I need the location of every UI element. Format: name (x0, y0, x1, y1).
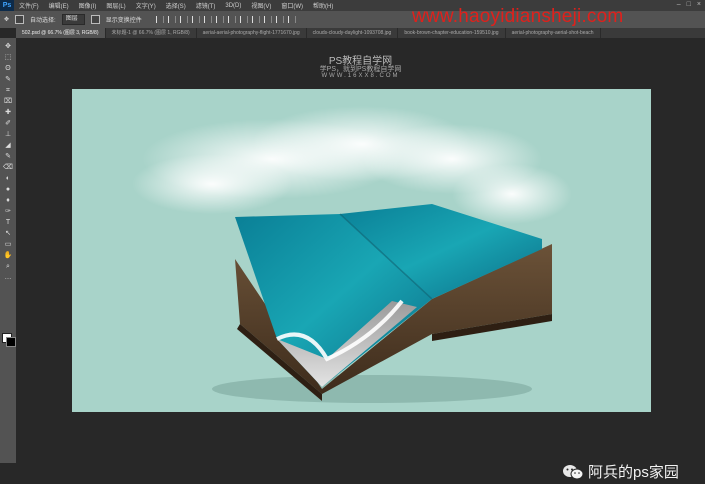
healing-tool[interactable]: ✚ (3, 108, 13, 117)
pen-tool[interactable]: ♦ (3, 196, 13, 205)
align-top-icon[interactable] (155, 16, 164, 23)
photoshop-logo: Ps (0, 0, 14, 11)
site-watermark-url: WWW.16XX8.COM (321, 73, 400, 79)
cloud-shape (132, 106, 572, 224)
align-icons (155, 16, 296, 23)
footer-brand: 阿兵的ps家园 (562, 461, 679, 482)
close-button[interactable]: × (697, 1, 701, 8)
auto-select-label: 自动选择: (30, 18, 56, 24)
window-controls: – □ × (677, 1, 701, 8)
align-vcenter-icon[interactable] (167, 16, 176, 23)
tab-document-3[interactable]: aerial-aerial-photography-flight-1771670… (197, 28, 307, 38)
freeform-pen-tool[interactable]: ✑ (3, 207, 13, 216)
menu-help[interactable]: 帮助(H) (308, 1, 338, 10)
auto-select-checkbox[interactable] (15, 15, 25, 24)
align-left-icon[interactable] (191, 16, 200, 23)
distribute-top-icon[interactable] (227, 16, 236, 23)
clone-stamp-tool[interactable]: ⊥ (3, 130, 13, 139)
gradient-tool[interactable]: ⌫ (3, 163, 13, 172)
brush-tool[interactable]: ✐ (3, 119, 13, 128)
distribute-right-icon[interactable] (287, 16, 296, 23)
zoom-tool[interactable]: ⌕ (3, 262, 13, 271)
menu-image[interactable]: 图像(I) (74, 1, 102, 10)
document-tabs: 502.psd @ 66.7% (图层 3, RGB/8) 未标题-1 @ 66… (16, 28, 705, 38)
watermark-url: www.haoyidiansheji.com (412, 6, 624, 27)
maximize-button[interactable]: □ (687, 1, 691, 8)
show-transform-label: 显示变换控件 (105, 18, 142, 24)
menu-select[interactable]: 选择(S) (161, 1, 191, 10)
tab-document-1[interactable]: 502.psd @ 66.7% (图层 3, RGB/8) (16, 28, 106, 38)
document-canvas[interactable] (72, 89, 651, 412)
quick-select-tool[interactable]: ✎ (3, 75, 13, 84)
show-transform-checkbox[interactable] (90, 15, 100, 24)
distribute-vcenter-icon[interactable] (239, 16, 248, 23)
align-right-icon[interactable] (215, 16, 224, 23)
menu-layer[interactable]: 图层(L) (101, 1, 130, 10)
rectangle-tool[interactable]: ▭ (3, 240, 13, 249)
tab-document-2[interactable]: 未标题-1 @ 66.7% (图层 1, RGB/8) (106, 28, 197, 38)
type-tool[interactable]: T (3, 218, 13, 227)
background-color-swatch[interactable] (6, 337, 16, 347)
menu-file[interactable]: 文件(F) (14, 1, 44, 10)
distribute-hcenter-icon[interactable] (275, 16, 284, 23)
minimize-button[interactable]: – (677, 1, 681, 8)
menu-edit[interactable]: 编辑(E) (44, 1, 74, 10)
move-tool-icon[interactable]: ✥ (4, 16, 9, 23)
auto-select-dropdown[interactable]: 图层 (61, 14, 85, 25)
hand-tool[interactable]: ✋ (3, 251, 13, 260)
book-artwork (132, 106, 572, 403)
eyedropper-tool[interactable]: ⌧ (3, 97, 13, 106)
book-shape (235, 204, 552, 401)
menu-filter[interactable]: 滤镜(T) (191, 1, 221, 10)
menu-window[interactable]: 窗口(W) (276, 1, 308, 10)
tab-document-4[interactable]: clouds-cloudy-daylight-1093708.jpg (307, 28, 399, 38)
menu-3d[interactable]: 3D(D) (220, 3, 246, 9)
move-tool[interactable]: ✥ (3, 42, 13, 51)
canvas-area: PS教程自学网 学PS，就到PS教程自学网 WWW.16XX8.COM 阿兵的p… (16, 38, 705, 481)
tab-document-5[interactable]: book-brown-chapter-education-159510.jpg (398, 28, 506, 38)
marquee-tool[interactable]: ⬚ (3, 53, 13, 62)
crop-tool[interactable]: ⌗ (3, 86, 13, 95)
dodge-tool[interactable]: ● (3, 185, 13, 194)
more-tools[interactable]: … (3, 273, 13, 282)
menu-view[interactable]: 视图(V) (246, 1, 276, 10)
tab-document-6[interactable]: aerial-photography-aerial-shot-beach (506, 28, 601, 38)
footer-brand-label: 阿兵的ps家园 (588, 464, 679, 481)
lasso-tool[interactable]: ʘ (3, 64, 13, 73)
align-bottom-icon[interactable] (179, 16, 188, 23)
eraser-tool[interactable]: ✎ (3, 152, 13, 161)
align-hcenter-icon[interactable] (203, 16, 212, 23)
tools-panel: ✥ ⬚ ʘ ✎ ⌗ ⌧ ✚ ✐ ⊥ ◢ ✎ ⌫ ◐ ● ♦ ✑ T ↖ ▭ ✋ … (0, 38, 16, 463)
menu-type[interactable]: 文字(Y) (131, 1, 161, 10)
distribute-left-icon[interactable] (263, 16, 272, 23)
history-brush-tool[interactable]: ◢ (3, 141, 13, 150)
path-select-tool[interactable]: ↖ (3, 229, 13, 238)
distribute-bottom-icon[interactable] (251, 16, 260, 23)
blur-tool[interactable]: ◐ (3, 174, 13, 183)
wechat-icon (562, 464, 584, 480)
